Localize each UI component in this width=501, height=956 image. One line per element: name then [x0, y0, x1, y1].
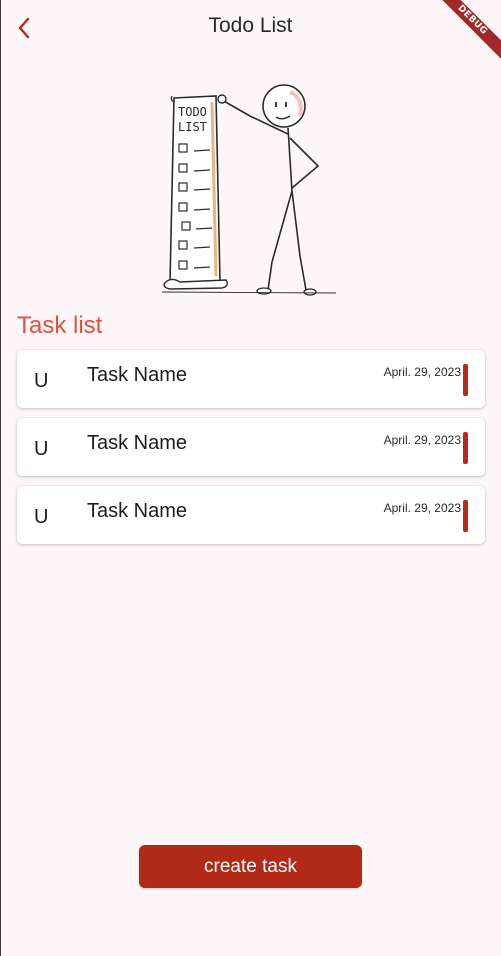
- task-date: April. 29, 2023: [383, 365, 461, 379]
- task-card[interactable]: U Task Name April. 29, 2023: [17, 418, 485, 476]
- task-list: U Task Name April. 29, 2023 U Task Name …: [17, 350, 485, 554]
- task-name: Task Name: [87, 432, 188, 454]
- task-name: Task Name: [87, 500, 188, 522]
- task-avatar: U: [34, 370, 49, 392]
- task-avatar: U: [34, 438, 49, 460]
- task-card[interactable]: U Task Name April. 29, 2023: [17, 350, 485, 408]
- task-status-indicator: [463, 364, 468, 396]
- task-avatar: U: [34, 506, 49, 528]
- task-date: April. 29, 2023: [383, 433, 461, 447]
- todo-list-illustration: TODO LIST: [150, 76, 350, 302]
- task-card[interactable]: U Task Name April. 29, 2023: [17, 486, 485, 544]
- svg-text:LIST: LIST: [178, 120, 207, 134]
- task-name: Task Name: [87, 364, 188, 386]
- section-title: Task list: [17, 312, 103, 339]
- task-date: April. 29, 2023: [383, 501, 461, 515]
- svg-text:TODO: TODO: [178, 105, 207, 119]
- page-title: Todo List: [208, 14, 293, 37]
- window-edge: [0, 0, 1, 956]
- task-status-indicator: [463, 432, 468, 464]
- app-bar: Todo List: [0, 0, 501, 56]
- create-task-button[interactable]: create task: [139, 845, 362, 888]
- task-status-indicator: [463, 500, 468, 532]
- todo-list-stickman-illustration: TODO LIST: [161, 84, 337, 296]
